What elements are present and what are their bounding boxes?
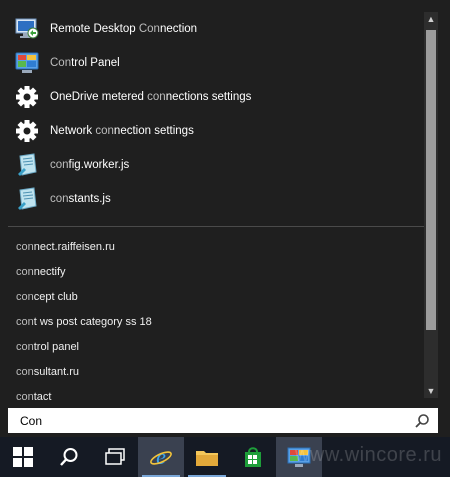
taskbar: e www.wincore.ru [0,437,450,477]
gear-icon [14,118,40,144]
internet-explorer-icon: e [150,445,172,469]
result-remote-desktop[interactable]: Remote Desktop Connection [8,12,418,46]
start-button[interactable] [0,437,46,477]
web-suggestions-list: con nect.raiffeisen.ru con nectify con cept… [8,234,418,401]
suggestion-item[interactable]: con nectify [8,259,418,284]
search-results-panel: Remote Desktop Connection Control Panel [0,0,450,437]
suggestion-item[interactable]: con t ws post category ss 18 [8,309,418,334]
search-icon[interactable] [414,413,430,429]
suggestion-item[interactable]: con sultant.ru [8,359,418,384]
store-icon [245,447,261,467]
suggestion-item[interactable]: con tact [8,384,418,401]
taskbar-store[interactable] [230,437,276,477]
remote-desktop-icon [14,16,40,42]
start-icon [13,447,33,467]
task-view-button[interactable] [92,437,138,477]
results-divider [8,226,426,227]
svg-text:e: e [156,445,166,469]
suggestion-item[interactable]: con trol panel [8,334,418,359]
task-view-icon [105,448,125,465]
result-constants-js[interactable]: constants.js [8,182,418,216]
result-config-worker-js[interactable]: config.worker.js [8,148,418,182]
results-scrollbar[interactable]: ▲ ▼ [424,12,438,398]
result-onedrive-metered-settings[interactable]: OneDrive metered connections settings [8,80,418,114]
scrollbar-thumb[interactable] [426,30,436,330]
search-icon [60,448,78,466]
suggestion-item[interactable]: con nect.raiffeisen.ru [8,234,418,259]
taskbar-search-button[interactable] [46,437,92,477]
result-network-connection-settings[interactable]: Network connection settings [8,114,418,148]
result-control-panel[interactable]: Control Panel [8,46,418,80]
search-input[interactable] [20,413,410,428]
js-file-icon [14,186,40,212]
control-panel-icon [14,50,40,76]
taskbar-internet-explorer[interactable]: e [138,437,184,477]
gear-icon [14,84,40,110]
file-explorer-icon [196,451,218,466]
suggestion-item[interactable]: con cept club [8,284,418,309]
scroll-up-icon[interactable]: ▲ [424,12,438,26]
scroll-down-icon[interactable]: ▼ [424,384,438,398]
search-box[interactable] [8,408,438,433]
js-file-icon [14,152,40,178]
app-results-list: Remote Desktop Connection Control Panel [8,12,418,216]
watermark: www.wincore.ru [294,444,442,466]
taskbar-file-explorer[interactable] [184,437,230,477]
